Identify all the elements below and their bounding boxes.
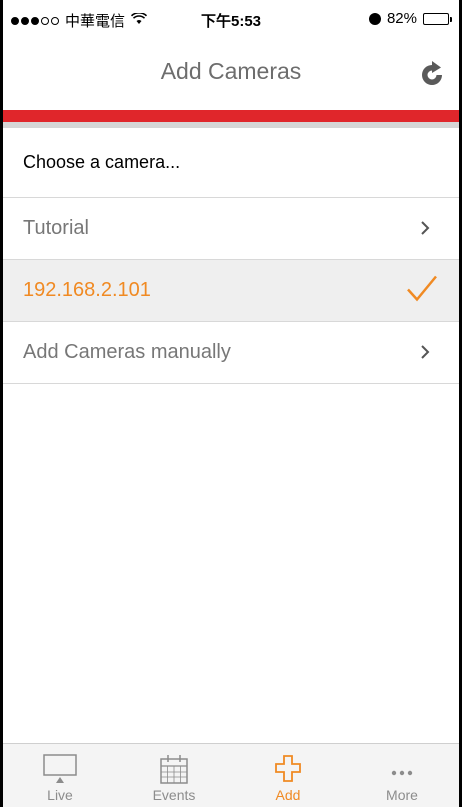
monitor-icon	[43, 754, 77, 783]
chevron-right-icon	[419, 340, 431, 366]
list-item-label: Tutorial	[23, 217, 89, 239]
tab-label: Add	[275, 787, 301, 803]
app-frame: 中華電信 下午5:53 82% Add Cameras Choose a cam…	[0, 0, 462, 807]
camera-list: Choose a camera... Tutorial 192.168.2.10…	[3, 128, 459, 384]
plus-icon	[275, 755, 301, 782]
checkmark-icon	[405, 273, 439, 308]
tab-events[interactable]: Events	[117, 744, 231, 807]
tab-label: Events	[152, 787, 196, 803]
page-title: Add Cameras	[160, 58, 302, 84]
alarm-icon	[368, 12, 381, 25]
list-item-camera[interactable]: 192.168.2.101	[3, 260, 459, 322]
status-right: 82%	[368, 10, 452, 27]
navigation-bar: Add Cameras	[3, 40, 459, 110]
tab-label: Live	[47, 787, 73, 803]
accent-bar	[3, 110, 459, 122]
list-item-add-manually[interactable]: Add Cameras manually	[3, 322, 459, 384]
calendar-icon	[160, 755, 188, 784]
list-header-label: Choose a camera...	[23, 152, 181, 172]
list-item-tutorial[interactable]: Tutorial	[3, 198, 459, 260]
tab-bar: Live Events Add More	[3, 743, 459, 807]
battery-percent: 82%	[386, 10, 417, 27]
battery-icon	[423, 12, 452, 25]
list-item-label: Add Cameras manually	[23, 341, 231, 363]
refresh-button[interactable]	[417, 60, 447, 90]
refresh-icon	[422, 61, 442, 85]
more-dots-icon	[391, 770, 413, 776]
list-item-label: 192.168.2.101	[23, 279, 151, 301]
list-header: Choose a camera...	[3, 128, 459, 198]
tab-more[interactable]: More	[345, 744, 459, 807]
tab-live[interactable]: Live	[3, 744, 117, 807]
tab-label: More	[386, 787, 418, 803]
status-bar: 中華電信 下午5:53 82%	[3, 0, 459, 40]
tab-add[interactable]: Add	[231, 744, 345, 807]
chevron-right-icon	[419, 216, 431, 242]
